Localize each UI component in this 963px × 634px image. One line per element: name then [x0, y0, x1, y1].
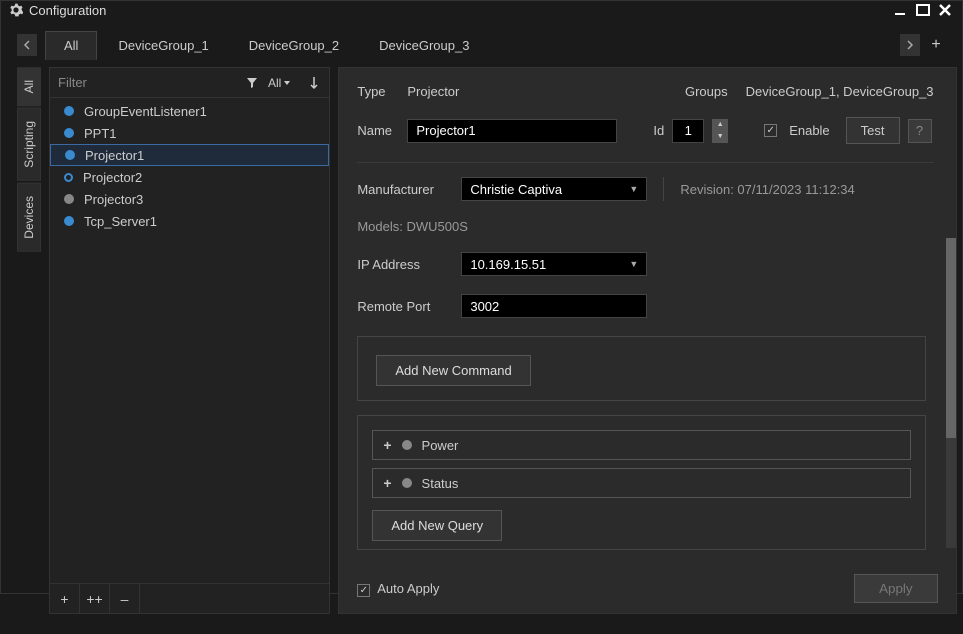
enable-label: Enable [789, 123, 829, 138]
filter-mode-label: All [268, 76, 281, 90]
device-item[interactable]: Projector3 [50, 188, 329, 210]
device-name: Projector2 [83, 170, 142, 185]
manufacturer-value: Christie Captiva [470, 182, 562, 197]
status-dot [402, 478, 412, 488]
status-dot [64, 106, 74, 116]
test-button[interactable]: Test [846, 117, 900, 144]
port-input[interactable] [461, 294, 647, 318]
id-label: Id [653, 123, 664, 138]
status-dot [64, 216, 74, 226]
tab-all[interactable]: All [45, 31, 97, 60]
id-spin-down[interactable]: ▼ [712, 131, 728, 143]
device-item[interactable]: Projector2 [50, 166, 329, 188]
revision-label: Revision: 07/11/2023 11:12:34 [680, 182, 854, 197]
close-button[interactable] [936, 1, 954, 19]
add-tab-button[interactable]: + [926, 34, 946, 56]
device-name: GroupEventListener1 [84, 104, 207, 119]
ip-select[interactable]: 10.169.15.51 ▼ [461, 252, 647, 276]
type-label: Type [357, 84, 399, 99]
id-spin-up[interactable]: ▲ [712, 119, 728, 131]
auto-apply-label: Auto Apply [377, 581, 439, 596]
device-name: PPT1 [84, 126, 117, 141]
enable-checkbox[interactable]: ✓ [764, 124, 777, 137]
sort-icon[interactable] [305, 74, 323, 92]
properties-panel: Type Projector Groups DeviceGroup_1, Dev… [338, 67, 956, 614]
auto-apply-checkbox[interactable]: ✓ [357, 584, 370, 597]
device-item[interactable]: Projector1 [50, 144, 329, 166]
tab-devicegroup-2[interactable]: DeviceGroup_2 [230, 31, 358, 60]
queries-section: + Power + Status Add New Query [357, 415, 925, 550]
filter-mode-dropdown[interactable]: All [264, 74, 295, 92]
ip-value: 10.169.15.51 [470, 257, 546, 272]
device-list: GroupEventListener1 PPT1 Projector1 Project… [50, 98, 329, 583]
tab-devicegroup-1[interactable]: DeviceGroup_1 [99, 31, 227, 60]
device-name: Projector1 [85, 148, 144, 163]
help-button[interactable]: ? [908, 119, 932, 143]
device-name: Projector3 [84, 192, 143, 207]
device-item[interactable]: GroupEventListener1 [50, 100, 329, 122]
query-item[interactable]: + Status [372, 468, 910, 498]
port-label: Remote Port [357, 299, 453, 314]
tab-devicegroup-3[interactable]: DeviceGroup_3 [360, 31, 488, 60]
groups-label: Groups [685, 84, 728, 99]
ip-label: IP Address [357, 257, 453, 272]
tab-scroll-left[interactable] [17, 34, 37, 56]
id-input[interactable] [672, 119, 704, 143]
query-label: Status [422, 476, 459, 491]
device-item[interactable]: Tcp_Server1 [50, 210, 329, 232]
models-label: Models: DWU500S [357, 219, 468, 234]
apply-button[interactable]: Apply [854, 574, 937, 603]
device-name: Tcp_Server1 [84, 214, 157, 229]
commands-section: Add New Command [357, 336, 925, 401]
tab-scroll-right[interactable] [900, 34, 920, 56]
remove-device-button[interactable]: – [110, 584, 140, 614]
status-dot [64, 128, 74, 138]
filter-icon[interactable] [242, 75, 262, 91]
device-list-panel: All GroupEventListener1 PPT1 Projector1 Pro… [49, 67, 330, 614]
type-value: Projector [407, 84, 459, 99]
side-tab-devices[interactable]: Devices [17, 183, 41, 252]
window-title: Configuration [29, 3, 892, 18]
groups-value: DeviceGroup_1, DeviceGroup_3 [746, 84, 934, 99]
status-dot [64, 173, 73, 182]
side-tab-all[interactable]: All [17, 67, 41, 106]
add-query-button[interactable]: Add New Query [372, 510, 502, 541]
expand-icon: + [383, 475, 391, 491]
query-label: Power [422, 438, 459, 453]
device-item[interactable]: PPT1 [50, 122, 329, 144]
gear-icon [9, 3, 23, 17]
expand-icon: + [383, 437, 391, 453]
name-label: Name [357, 123, 399, 138]
tabs: All DeviceGroup_1 DeviceGroup_2 DeviceGr… [45, 31, 896, 60]
scrollbar[interactable] [946, 238, 956, 548]
add-device-button[interactable]: + [50, 584, 80, 614]
titlebar: Configuration [1, 1, 962, 19]
status-dot [402, 440, 412, 450]
side-tab-scripting[interactable]: Scripting [17, 108, 41, 181]
manufacturer-label: Manufacturer [357, 182, 453, 197]
add-multi-device-button[interactable]: ++ [80, 584, 110, 614]
status-dot [65, 150, 75, 160]
query-item[interactable]: + Power [372, 430, 910, 460]
manufacturer-select[interactable]: Christie Captiva ▼ [461, 177, 647, 201]
filter-input[interactable] [50, 75, 242, 90]
name-input[interactable] [407, 119, 617, 143]
minimize-button[interactable] [892, 1, 910, 19]
add-command-button[interactable]: Add New Command [376, 355, 530, 386]
maximize-button[interactable] [914, 1, 932, 19]
status-dot [64, 194, 74, 204]
